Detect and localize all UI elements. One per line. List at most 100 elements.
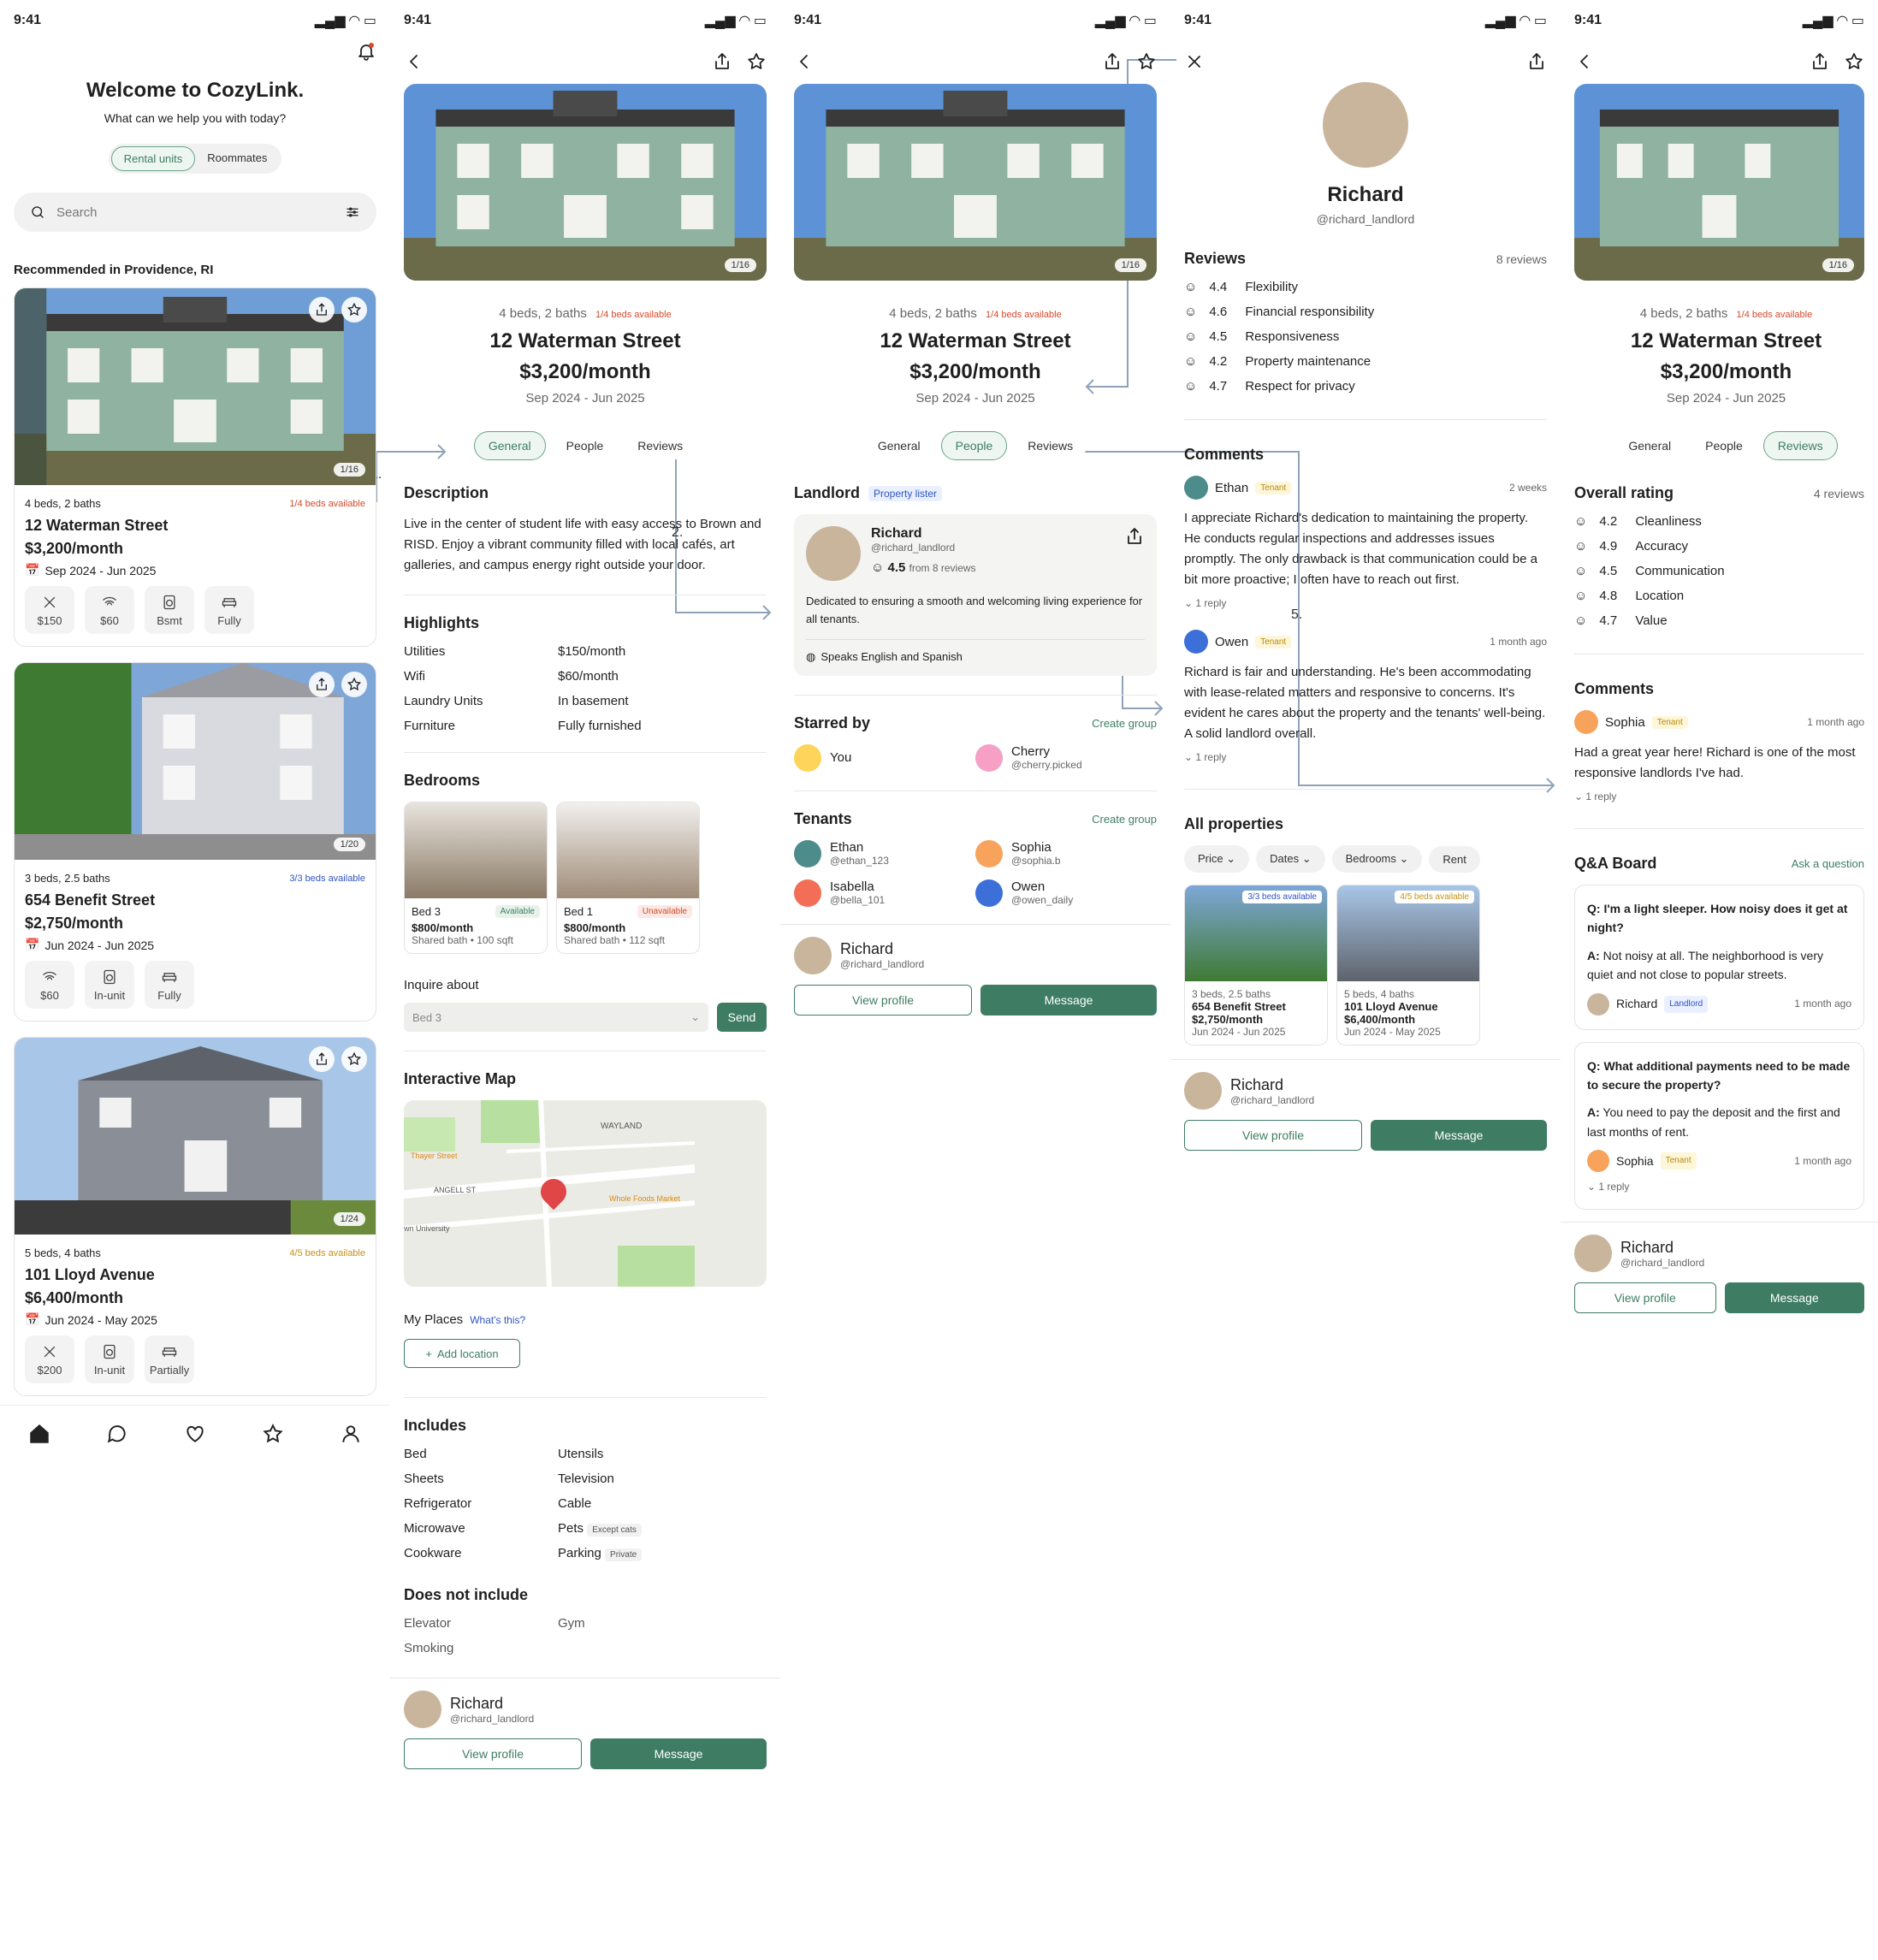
add-location-button[interactable]: + Add location (404, 1339, 520, 1368)
send-button[interactable]: Send (717, 1003, 767, 1032)
inquire-select[interactable]: Bed 3 ⌄ (404, 1003, 708, 1032)
share-icon[interactable] (1124, 526, 1145, 547)
toggle-roommates[interactable]: Roommates (195, 146, 280, 171)
create-group-button[interactable]: Create group (1092, 717, 1157, 730)
back-icon[interactable] (794, 51, 815, 72)
person-handle: @ethan_123 (830, 855, 889, 867)
property-card[interactable]: 4/5 beds available 5 beds, 4 baths 101 Ll… (1336, 885, 1480, 1045)
tab-reviews[interactable]: Reviews (1762, 431, 1838, 460)
reply-toggle[interactable]: ⌄ 1 reply (1184, 751, 1547, 763)
home-icon[interactable] (28, 1423, 50, 1449)
bedroom-card-2[interactable]: Bed 1 Unavailable $800/month Shared bath • … (556, 802, 700, 954)
bell-icon[interactable] (356, 41, 376, 62)
landlord-card[interactable]: Richard @richard_landlord ☺ 4.5 from 8 rev… (794, 514, 1157, 676)
hero-photo[interactable]: 1/16 (404, 84, 767, 281)
profile-icon[interactable] (340, 1423, 362, 1449)
filter-rent[interactable]: Rent (1429, 845, 1480, 873)
listing-card-1[interactable]: 1/16 4 beds, 2 baths 1/4 beds available 1… (14, 287, 376, 647)
listing-price: $3,200/month (519, 360, 651, 383)
person-name[interactable]: Owen (1011, 879, 1073, 894)
photo-count: 1/16 (333, 463, 365, 477)
map-label: Whole Foods Market (609, 1194, 681, 1203)
chat-icon[interactable] (106, 1423, 128, 1449)
tab-reviews[interactable]: Reviews (1014, 432, 1087, 459)
toggle-rental-units[interactable]: Rental units (110, 146, 196, 171)
back-icon[interactable] (404, 51, 424, 72)
person-name[interactable]: You (830, 750, 851, 765)
hero-photo[interactable]: 1/16 (1574, 84, 1864, 281)
tab-reviews[interactable]: Reviews (624, 432, 697, 459)
share-icon[interactable] (309, 672, 335, 697)
bedroom-card-1[interactable]: Bed 3 Available $800/month Shared bath • 10… (404, 802, 548, 954)
message-button[interactable]: Message (590, 1738, 767, 1769)
star-icon[interactable] (1844, 51, 1864, 72)
photo-count: 1/24 (333, 1212, 365, 1226)
whats-this-link[interactable]: What's this? (470, 1314, 525, 1326)
listing-card-3[interactable]: 1/24 5 beds, 4 baths 4/5 beds available 1… (14, 1037, 376, 1396)
star-icon[interactable] (341, 672, 367, 697)
reply-toggle[interactable]: ⌄ 1 reply (1184, 597, 1547, 609)
share-icon[interactable] (309, 1046, 335, 1072)
share-icon[interactable] (1102, 51, 1123, 72)
star-icon[interactable] (341, 297, 367, 323)
tab-general[interactable]: General (473, 431, 546, 460)
tab-general[interactable]: General (863, 432, 934, 459)
share-icon[interactable] (1526, 51, 1547, 72)
screen-home: 9:41 ▂▄▆ ◠ ▭ Welcome to CozyLink. What c… (0, 0, 390, 1960)
tab-people[interactable]: People (552, 432, 618, 459)
filter-icon[interactable] (342, 202, 363, 222)
qa-title: Q&A Board (1574, 855, 1657, 872)
avatar[interactable] (794, 936, 832, 974)
filter-bedrooms[interactable]: Bedrooms ⌄ (1331, 845, 1423, 873)
view-profile-button[interactable]: View profile (794, 984, 972, 1016)
person-name[interactable]: Sophia (1011, 840, 1061, 855)
message-button[interactable]: Message (1371, 1120, 1547, 1151)
tab-general[interactable]: General (1614, 432, 1685, 459)
share-icon[interactable] (309, 297, 335, 323)
hero-photo[interactable]: 1/16 (794, 84, 1157, 281)
favorites-icon[interactable] (262, 1423, 284, 1449)
view-profile-button[interactable]: View profile (1184, 1120, 1362, 1151)
star-icon[interactable] (341, 1046, 367, 1072)
message-button[interactable]: Message (1724, 1282, 1864, 1314)
filter-dates[interactable]: Dates ⌄ (1256, 845, 1325, 873)
share-icon[interactable] (712, 51, 732, 72)
landlord-name: Richard (840, 940, 894, 958)
view-profile-button[interactable]: View profile (1574, 1282, 1716, 1314)
filter-price[interactable]: Price ⌄ (1184, 845, 1250, 873)
avatar[interactable] (404, 1691, 441, 1728)
bedroom-status: Unavailable (637, 905, 692, 918)
avatar[interactable] (1574, 1235, 1612, 1273)
avatar[interactable] (1184, 1072, 1222, 1110)
close-icon[interactable] (1184, 51, 1205, 72)
search-bar[interactable]: Search (14, 192, 376, 232)
listing-card-2[interactable]: 1/20 3 beds, 2.5 baths 3/3 beds available… (14, 662, 376, 1021)
home-header (0, 41, 390, 62)
map-title: Interactive Map (404, 1070, 517, 1087)
landlord-languages: Speaks English and Spanish (821, 650, 963, 664)
tab-people[interactable]: People (1691, 432, 1757, 459)
reply-toggle[interactable]: ⌄ 1 reply (1574, 791, 1864, 802)
view-profile-button[interactable]: View profile (404, 1738, 582, 1769)
person-name[interactable]: Ethan (830, 840, 889, 855)
reply-toggle[interactable]: ⌄ 1 reply (1587, 1179, 1851, 1195)
back-icon[interactable] (1574, 51, 1595, 72)
search-input[interactable]: Search (56, 205, 334, 220)
property-card[interactable]: 3/3 beds available 3 beds, 2.5 baths 654 … (1184, 885, 1328, 1045)
ask-question-button[interactable]: Ask a question (1792, 857, 1864, 870)
share-icon[interactable] (1810, 51, 1830, 72)
star-icon[interactable] (746, 51, 767, 72)
matches-icon[interactable] (184, 1423, 206, 1449)
person-name[interactable]: Cherry (1011, 744, 1082, 759)
tenants-title: Tenants (794, 809, 852, 827)
message-button[interactable]: Message (980, 984, 1157, 1016)
create-group-button[interactable]: Create group (1092, 813, 1157, 826)
listing-availability: 1/4 beds available (986, 310, 1062, 320)
bedroom-detail: Shared bath • 112 sqft (564, 934, 666, 946)
star-icon[interactable] (1136, 51, 1157, 72)
tab-people[interactable]: People (940, 431, 1008, 460)
status-bar: 9:41 ▂▄▆ ◠ ▭ (404, 13, 767, 28)
bedroom-carousel[interactable]: Bed 3 Available $800/month Shared bath • 10… (404, 802, 767, 954)
person-name[interactable]: Isabella (830, 879, 885, 894)
interactive-map[interactable]: Thayer Street WAYLAND ANGELL ST Whole Fo… (404, 1100, 767, 1287)
